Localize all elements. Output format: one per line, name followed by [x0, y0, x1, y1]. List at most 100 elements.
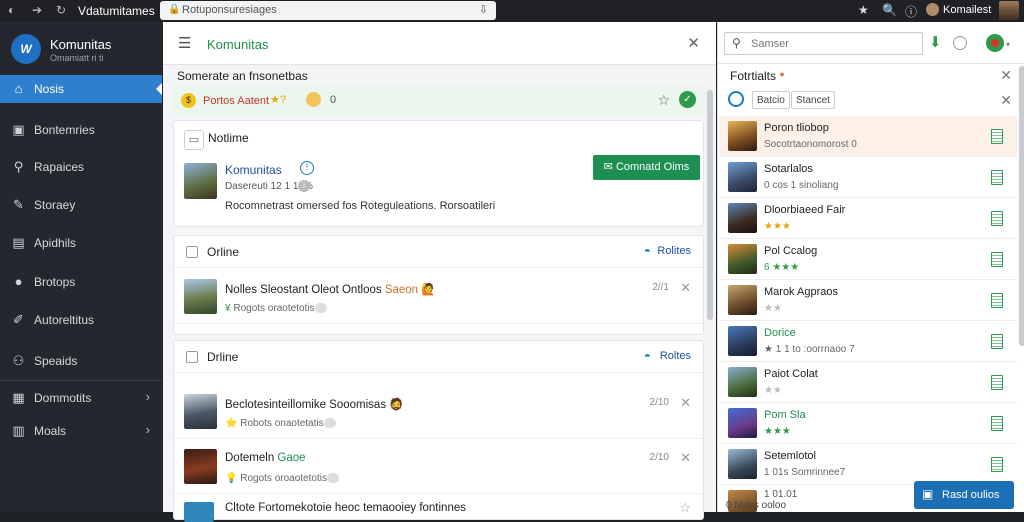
panel-title: Fotrtialts ● [730, 69, 785, 83]
sidebar-item-home[interactable]: ⌂ Nosis [0, 75, 162, 103]
sidebar-item-briefcase[interactable]: ▣ Bontemries [0, 116, 162, 144]
scrollbar[interactable] [1019, 66, 1024, 346]
filter-chip[interactable]: Stancet [791, 91, 835, 109]
tab-title[interactable]: Vdatumitames [78, 4, 155, 18]
star-outline-icon[interactable]: ☆ [657, 92, 670, 109]
check-icon[interactable]: ✓ [679, 91, 696, 108]
card-header: Notlime [208, 131, 249, 145]
close-icon[interactable]: ✕ [687, 34, 700, 52]
sheet-icon[interactable] [991, 375, 1003, 390]
avatar [728, 367, 757, 397]
sidebar-item-globe[interactable]: ● Brotops [0, 268, 162, 296]
card-header-link[interactable]: Roltes [660, 350, 691, 362]
status-badge[interactable] [986, 34, 1004, 52]
friend-status: 1 01s Somrinnee7 [764, 467, 846, 478]
sheet-icon[interactable] [991, 170, 1003, 185]
avatar [728, 162, 757, 192]
close-icon[interactable]: ✕ [1000, 92, 1012, 109]
sheet-icon[interactable] [991, 211, 1003, 226]
info-icon[interactable]: ! [300, 161, 314, 175]
friend-name: Dloorbiaeed Fair [764, 204, 846, 216]
friend-row[interactable]: Sotarlalos 0 cos 1 sinoliang [719, 157, 1017, 198]
primary-cta-button[interactable]: ✉ Comnatd Oims [593, 155, 700, 180]
scrollbar[interactable] [707, 90, 713, 320]
avatar [184, 502, 214, 522]
address-bar[interactable]: 🔒 Rotuponsuresiages ⇩ [160, 1, 496, 20]
pin-icon: ✎ [13, 197, 24, 212]
list-item[interactable]: Dotemeln Gaoe 💡 Rogots oroaotetotis 2/10… [174, 439, 703, 494]
dropdown-icon[interactable]: ▾ [1006, 40, 1010, 49]
sidebar-item-label: Apidhils [34, 236, 77, 250]
refresh-icon[interactable]: ◓ [644, 349, 651, 363]
profile-description: Rocomnetrast omersed fos Roteguleations.… [225, 200, 496, 212]
search-icon[interactable]: 🔍 [882, 3, 897, 17]
sidebar-item-search[interactable]: ⚲ Rapaices [0, 153, 162, 181]
close-icon[interactable]: ✕ [680, 280, 691, 296]
list-item[interactable]: Nolles Sleostant Oleot Ontloos Saeon 🙋 ¥… [174, 269, 703, 324]
friend-row[interactable]: Marok Agpraos ★★ [719, 280, 1017, 321]
sheet-icon[interactable] [991, 334, 1003, 349]
refresh-icon[interactable]: ◓ [644, 244, 651, 258]
sidebar-item-pin[interactable]: ✎ Storaey [0, 191, 162, 219]
main-header: ☰ Komunitas ✕ [163, 22, 716, 65]
friend-row[interactable]: Pom Sla ★★★ [719, 403, 1017, 444]
floating-action-button[interactable]: ▣ Rasd oulios [914, 481, 1014, 509]
sidebar-item-calendar[interactable]: ▦ Dommotits › [0, 384, 162, 412]
profile-name[interactable]: Komunitas [225, 163, 282, 177]
sidebar-item-label: Nosis [34, 82, 65, 96]
friend-name: Pol Ccalog [764, 245, 818, 257]
reload-icon[interactable]: ↻ [56, 3, 66, 17]
profile-small-avatar[interactable] [926, 3, 939, 16]
close-icon[interactable]: ✕ [680, 395, 691, 411]
download-icon[interactable]: ⇩ [479, 3, 488, 16]
friend-row[interactable]: Dloorbiaeed Fair ★★★ [719, 198, 1017, 239]
star-outline-icon[interactable]: ☆ [679, 500, 691, 516]
friend-row[interactable]: Paiot Colat ★★ [719, 362, 1017, 403]
sheet-icon[interactable] [991, 416, 1003, 431]
briefcase-icon: ▣ [12, 122, 25, 137]
close-icon[interactable]: ✕ [1000, 67, 1012, 84]
friend-row[interactable]: Setemlotol 1 01s Somrinnee7 [719, 444, 1017, 485]
friend-row[interactable]: Poron tliobop Socotrtaonomorost 0 [719, 116, 1017, 157]
back-icon[interactable]: ◐ [8, 3, 15, 17]
forward-icon[interactable]: ➔ [32, 3, 42, 17]
download-icon[interactable]: ⬇ [929, 33, 942, 51]
sidebar-item-label: Dommotits [34, 391, 92, 405]
card-header: Drline ◓ Roltes [174, 341, 703, 373]
menu-icon[interactable]: ☰ [178, 34, 191, 52]
smiley-icon[interactable] [953, 36, 967, 50]
friend-status: ★★ [764, 385, 782, 396]
sheet-icon[interactable] [991, 457, 1003, 472]
profile-name[interactable]: Komailest [943, 4, 991, 16]
item-time: 2//1 [652, 282, 669, 293]
bookmark-star-icon[interactable]: ★ [858, 3, 869, 17]
sidebar-item-people[interactable]: ⚇ Speaids [0, 347, 162, 375]
sheet-icon[interactable] [991, 129, 1003, 144]
sidebar-item-pen[interactable]: ✐ Autoreltitus [0, 306, 162, 334]
avatar [728, 449, 757, 479]
list-item[interactable]: Beclotesinteillomike Sooomisas 🧔 ⭐ Robot… [174, 384, 703, 439]
search-icon: ⚲ [732, 36, 741, 50]
checkbox[interactable] [186, 246, 198, 258]
list-item[interactable]: Cltote Fortomekotoie heoc temaooiey font… [174, 494, 703, 522]
filter-icon[interactable] [728, 91, 744, 107]
friend-row[interactable]: Pol Ccalog 6 ★★★ [719, 239, 1017, 280]
checkbox[interactable] [186, 351, 198, 363]
help-icon[interactable]: ⓘ [905, 3, 917, 20]
avatar [184, 163, 217, 199]
search-input[interactable]: ⚲ Samser [724, 32, 923, 55]
sheet-icon[interactable] [991, 252, 1003, 267]
friend-row[interactable]: Dorice ★ 1 1 to :oorrnaoo 7 [719, 321, 1017, 362]
friend-name: Poron tliobop [764, 122, 829, 134]
sidebar-item-book[interactable]: ▥ Moals › [0, 417, 162, 445]
card-header-link[interactable]: Rolites [657, 245, 691, 257]
sheet-icon[interactable] [991, 293, 1003, 308]
profile-avatar[interactable] [999, 1, 1019, 20]
card-header-title: Orline [207, 245, 240, 259]
filter-chip[interactable]: Batcio [752, 91, 790, 109]
close-icon[interactable]: ✕ [680, 450, 691, 466]
sidebar-item-chart[interactable]: ▤ Apidhils [0, 229, 162, 257]
notice-text: Portos Aatent [203, 95, 270, 107]
chevron-right-icon: › [145, 422, 150, 437]
chart-icon: ▤ [12, 235, 25, 250]
